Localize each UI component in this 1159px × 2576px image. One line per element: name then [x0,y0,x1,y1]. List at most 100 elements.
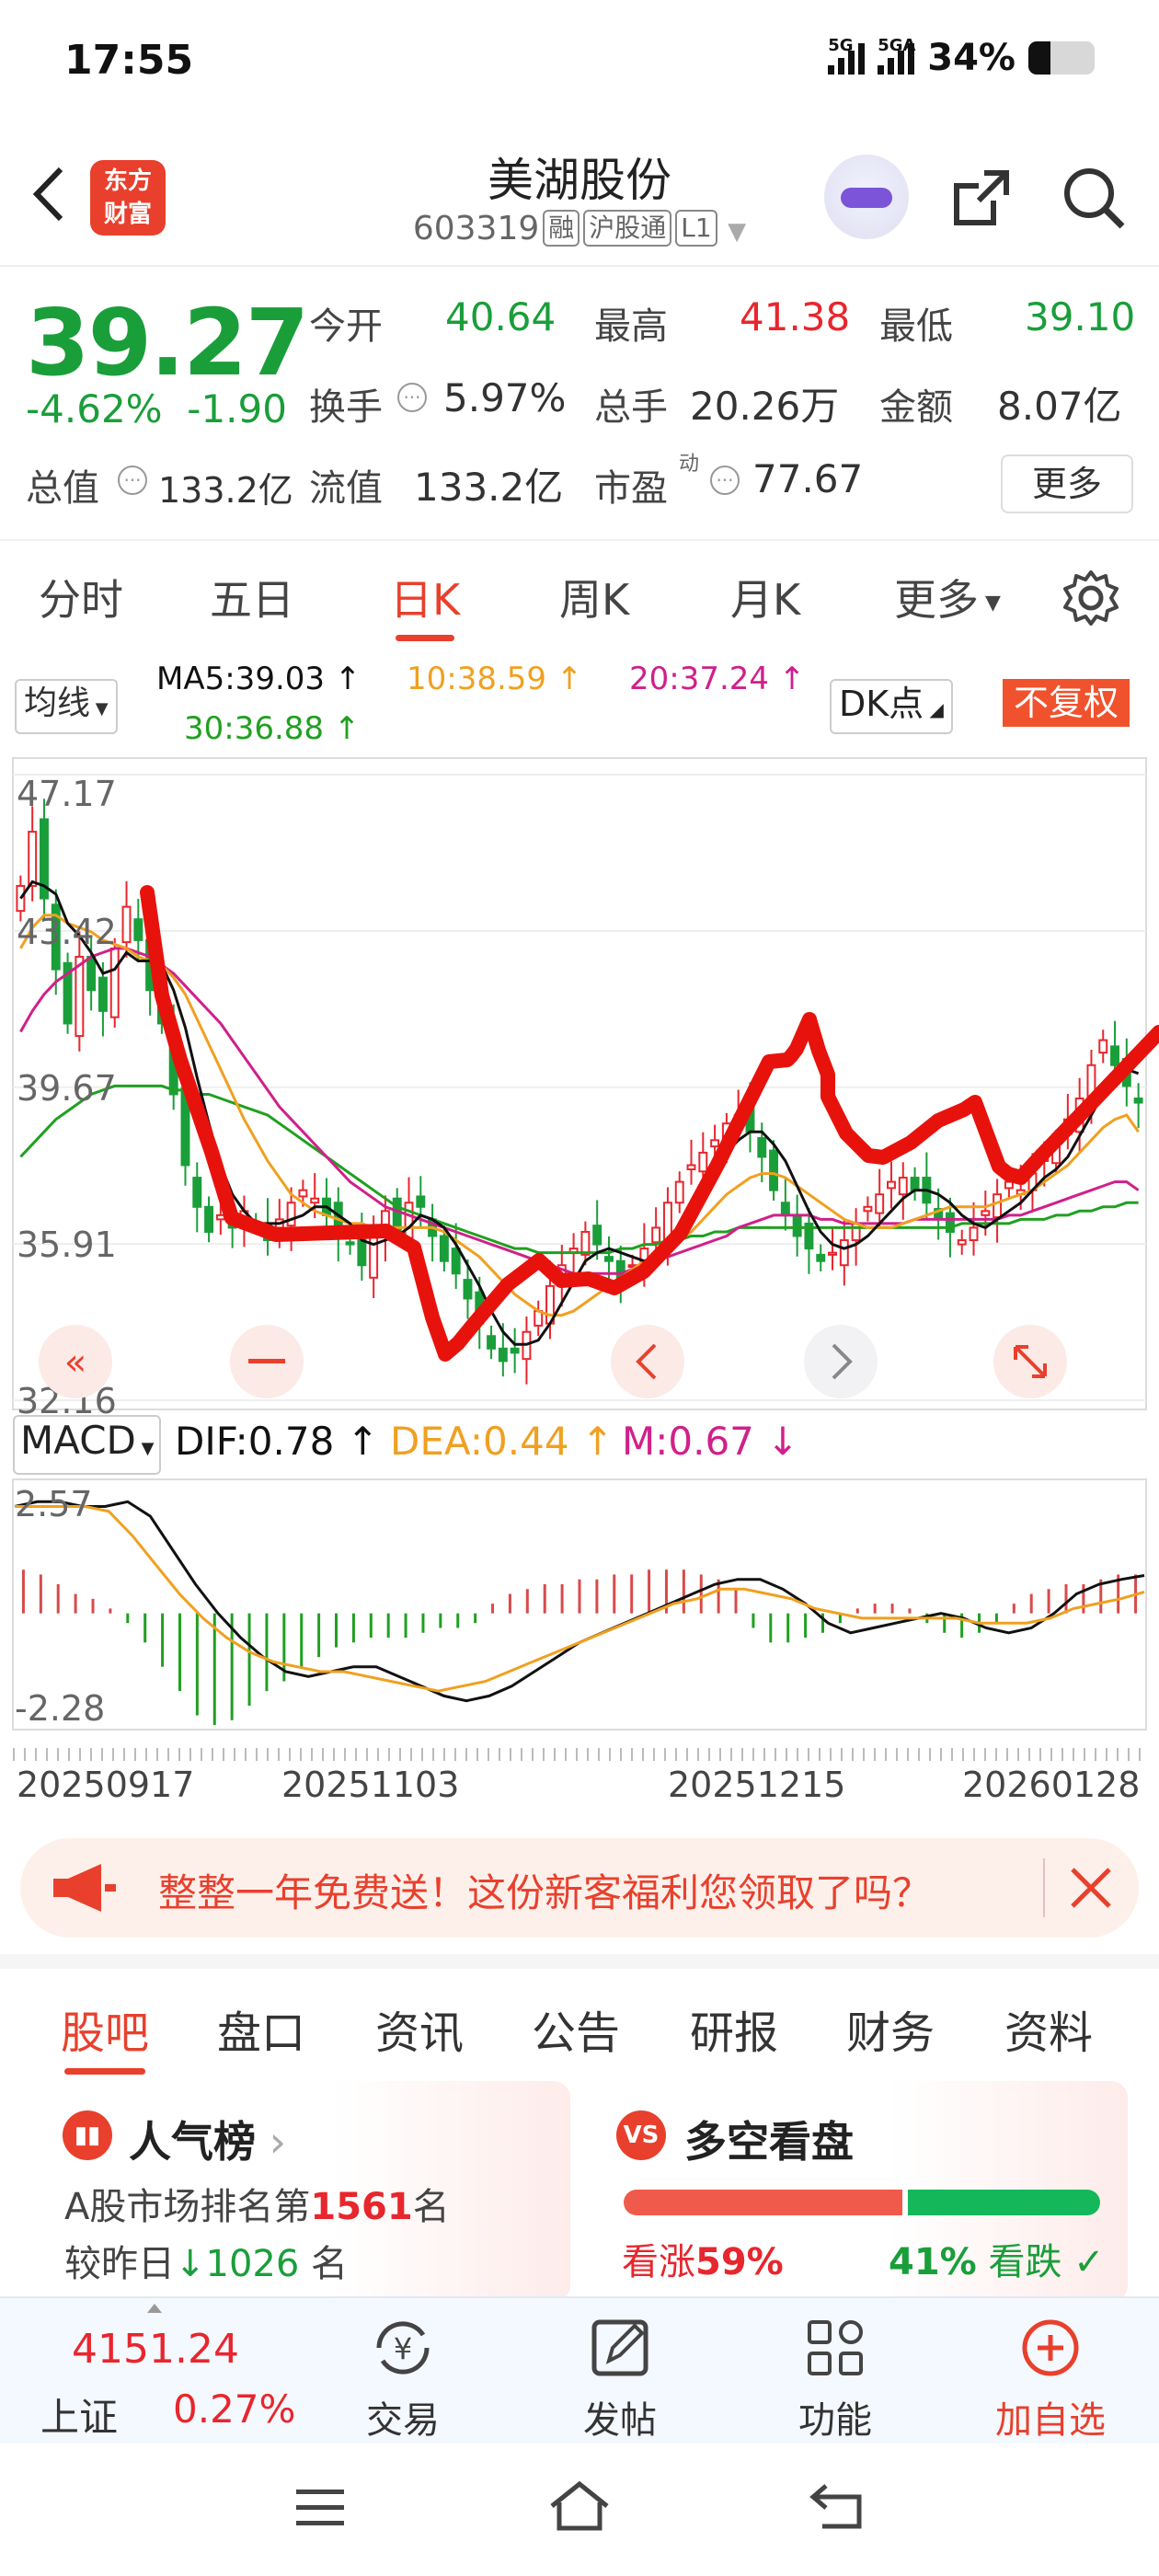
nav-add-watchlist[interactable]: 加自选 [977,2298,1124,2445]
caret-down-icon[interactable]: ▼ [728,218,746,246]
nav-post[interactable]: 发帖 [546,2298,694,2445]
indicator-selector[interactable]: MACD ▼ [13,1415,162,1475]
bottom-nav: 4151.24 上证 0.27% ¥ 交易 发帖 功能 加自选 [0,2296,1159,2444]
back-nav-icon[interactable] [806,2480,866,2532]
candle-body [298,1189,308,1198]
value-pe: 77.67 [752,456,864,501]
caret-down-icon: ▼ [90,699,109,719]
more-quote-button[interactable]: 更多 [1001,454,1133,513]
tab-profile[interactable]: 资料 [1004,1996,1093,2061]
stock-header: 美湖股份 603319 融沪股通 L1 ▼ 东方 财富 [0,129,1159,267]
candle-body [345,1241,355,1246]
svg-text:¥: ¥ [394,2331,412,2366]
bull-bar [624,2190,902,2215]
tab-intraday[interactable]: 分时 [39,567,123,627]
scroll-right-button [804,1325,878,1398]
tab-news[interactable]: 资讯 [375,1996,464,2061]
price-change: -4.62% -1.90 [26,386,287,431]
bull-label: 看涨59% [622,2241,784,2283]
stock-code: 603319 [412,210,540,247]
adjust-toggle-button[interactable]: 不复权 [1003,679,1130,727]
candle-body [204,1205,214,1233]
index-ticker[interactable]: 4151.24 上证 0.27% [0,2298,295,2445]
signal-5g-icon: 5G [828,36,866,75]
tab-five-day[interactable]: 五日 [210,567,294,627]
candle-body [651,1226,661,1244]
nav-functions[interactable]: 功能 [762,2298,909,2445]
arrow-down-icon: ↓ [175,2243,206,2285]
assistant-avatar-icon[interactable] [824,155,909,239]
menu-icon[interactable] [293,2484,348,2532]
sentiment-card[interactable]: VS 多空看盘 看涨59% 41% 看跌 ✓ [596,2081,1128,2302]
tab-announcements[interactable]: 公告 [532,1996,620,2061]
tab-forum[interactable]: 股吧 [61,1996,149,2075]
add-circle-icon [1022,2319,1079,2376]
value-volume: 20.26万 [690,384,840,429]
signal-5ga-icon: 5GA [878,36,915,75]
promo-text: 整整一年免费送！这份新客福利您领取了吗？ [158,1870,932,1915]
settings-gear-icon[interactable] [1061,569,1120,627]
candlestick-chart[interactable]: 47.1743.4239.6735.9132.16 « [0,756,1159,1419]
home-icon[interactable] [546,2478,613,2534]
tab-financials[interactable]: 财务 [846,1996,935,2061]
candle-body [780,1202,790,1216]
price-tick-label: 35.91 [17,1225,117,1265]
promo-banner[interactable]: 整整一年免费送！这份新客福利您领取了吗？ [20,1838,1139,1938]
tab-research[interactable]: 研报 [690,1996,778,2061]
label-pe-dynamic: 动 [679,453,700,476]
trade-yen-icon: ¥ [376,2321,430,2375]
dea-label: DEA:0.44 ↑ [390,1419,614,1464]
label-pe: 市盈 [594,467,668,510]
dk-point-selector[interactable]: DK点 ◢ [830,679,953,734]
tag-margin: 融 [543,210,580,247]
candle-body [439,1235,449,1262]
tab-weekly-k[interactable]: 周K [559,567,629,627]
candle-body [133,918,143,941]
candle-body [875,1193,885,1214]
caret-up-icon [147,2304,162,2313]
candle-body [792,1213,802,1237]
ma5-label: MA5:39.03 ↑ [156,661,361,697]
candle-body [839,1239,849,1267]
tag-connect: 沪股通 [583,210,672,247]
tab-daily-k[interactable]: 日K [390,567,460,641]
label-high: 最高 [594,305,668,348]
value-turnover: 5.97% [443,375,567,420]
macd-chart[interactable]: 2.57 -2.28 [0,1476,1159,1752]
grid-apps-icon [808,2320,863,2375]
back-button[interactable] [28,162,68,242]
share-icon[interactable] [947,164,1016,232]
info-icon[interactable]: ··· [118,466,147,495]
vs-icon: VS [616,2110,666,2160]
value-open: 40.64 [445,294,557,339]
ma10-label: 10:38.59 ↑ [407,661,583,697]
tab-orderbook[interactable]: 盘口 [217,1996,305,2061]
candle-body [674,1180,684,1204]
candle-body [215,1213,225,1221]
quote-panel: 39.27 -4.62% -1.90 今开 40.64 最高 41.38 最低 … [0,276,1159,534]
date-ticks [13,1748,1146,1761]
candle-body [286,1202,296,1227]
candle-body [404,1202,414,1239]
candle-body [310,1197,320,1204]
value-low: 39.10 [1025,294,1136,339]
search-icon[interactable] [1060,164,1128,232]
value-float: 133.2亿 [414,465,564,510]
candle-body [816,1253,826,1262]
tab-more[interactable]: 更多 ▼ [894,567,1001,627]
candle-body [28,831,38,887]
close-icon[interactable] [1065,1862,1117,1914]
popularity-card[interactable]: ▮▮ 人气榜 › A股市场排名第1561名 较昨日↓1026 名 [39,2081,570,2302]
candle-body [957,1239,967,1246]
info-icon[interactable]: ··· [710,466,740,495]
candle-body [192,1177,202,1208]
nav-trade[interactable]: ¥ 交易 [329,2298,476,2445]
value-amount: 8.07亿 [997,384,1122,429]
app-logo[interactable]: 东方 财富 [90,160,166,236]
ma-selector[interactable]: 均线 ▼ [15,679,118,734]
candle-body [887,1180,896,1190]
tab-monthly-k[interactable]: 月K [730,567,800,627]
megaphone-icon [53,1864,116,1912]
label-turnover: 换手 [309,386,383,429]
info-icon[interactable]: ··· [397,383,427,412]
